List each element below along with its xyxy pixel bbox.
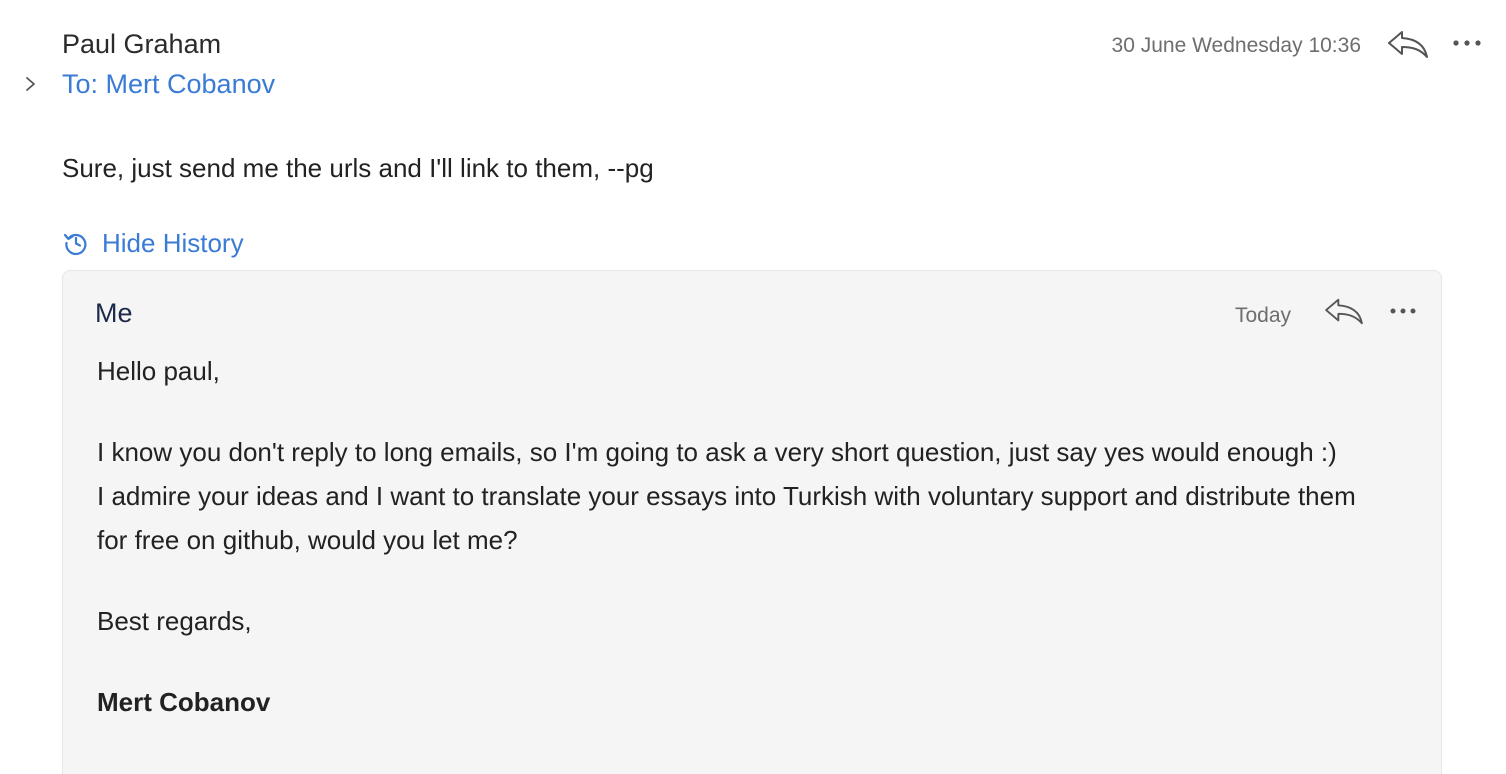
quoted-greeting: Hello paul, [97, 356, 220, 386]
quoted-closing: Best regards, [97, 606, 252, 636]
email-view: Paul Graham To: Mert Cobanov 30 June Wed… [0, 0, 1506, 774]
sender-name: Paul Graham [62, 29, 222, 59]
quoted-paragraph-2: I admire your ideas and I want to transl… [97, 481, 1356, 555]
quoted-reply-icon[interactable] [1323, 295, 1365, 327]
chevron-right-icon[interactable] [22, 74, 40, 94]
quoted-body: Hello paul, I know you don't reply to lo… [97, 349, 1387, 724]
quoted-signature: Mert Cobanov [97, 687, 271, 717]
message-date: 30 June Wednesday 10:36 [1111, 34, 1361, 57]
recipient-link[interactable]: To: Mert Cobanov [62, 68, 275, 100]
quoted-paragraph-1: I know you don't reply to long emails, s… [97, 437, 1337, 467]
history-icon [63, 233, 87, 256]
quoted-message: Me Today Hello paul, I know you don't re… [62, 270, 1442, 774]
message-body: Sure, just send me the urls and I'll lin… [62, 153, 654, 183]
more-options-icon[interactable] [1450, 30, 1484, 56]
hide-history-button[interactable]: Hide History [62, 226, 244, 260]
hide-history-label: Hide History [102, 228, 244, 258]
quoted-date: Today [1235, 304, 1292, 327]
quoted-sender: Me [95, 298, 133, 328]
reply-icon[interactable] [1386, 27, 1430, 61]
quoted-more-options-icon[interactable] [1388, 299, 1418, 323]
